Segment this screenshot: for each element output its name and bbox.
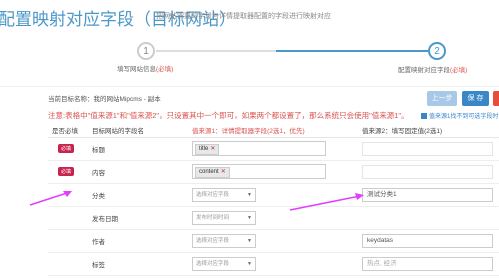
required-cell xyxy=(48,206,88,230)
table-row: 必填 内容 content ✕ xyxy=(48,160,499,184)
prev-step-button[interactable]: 上一步 xyxy=(427,91,457,106)
step-1-circle[interactable]: 1 xyxy=(137,42,155,60)
mapping-table: 是否必填 目标网站的字段名 值来源1：详情提取器字段(2选1，优先) 值来源2：… xyxy=(48,124,499,276)
fallback-checkbox[interactable]: 值来源1找不到可选字段时 xyxy=(421,111,498,120)
source-1-cell: 选择对应字段 ▼ xyxy=(188,183,358,207)
required-cell xyxy=(48,229,88,253)
field-select[interactable]: 选择对应字段 ▼ xyxy=(192,256,256,271)
source-1-cell: title ✕ xyxy=(188,137,358,161)
chevron-down-icon: ▼ xyxy=(247,260,252,267)
source-2-cell xyxy=(358,206,499,230)
page-header: 配置映射对应字段（目标网站） 把网站需要的字段与详情提取器配置的字段进行映射对应 xyxy=(0,0,499,30)
step-progress: 1 2 填写网站信息(必填) 配置映射对应字段(必填) xyxy=(0,30,499,82)
field-name: 分类 xyxy=(88,183,188,207)
extra-action-button[interactable] xyxy=(493,91,499,106)
header-source-1: 值来源1：详情提取器字段(2选1，优先) xyxy=(188,124,358,138)
field-name: 标签 xyxy=(88,252,188,276)
fixed-value-input[interactable]: keydatas xyxy=(362,233,493,248)
source-1-cell: 选择对应字段 ▼ xyxy=(188,229,358,253)
step-2-label: 配置映射对应字段(必填) xyxy=(398,67,468,74)
chevron-down-icon: ▼ xyxy=(247,191,252,198)
remove-tag-icon[interactable]: ✕ xyxy=(210,146,215,152)
field-select[interactable]: 选择对应字段 ▼ xyxy=(192,233,256,248)
source-2-cell xyxy=(358,137,499,161)
required-cell xyxy=(48,252,88,276)
notice-text: 注意:表格中"值来源1"和"值来源2"，只设置其中一个即可，如果两个都设置了，那… xyxy=(48,111,409,120)
chevron-down-icon: ▼ xyxy=(247,237,252,244)
fallback-checkbox-label: 值来源1找不到可选字段时 xyxy=(429,114,499,120)
table-row: 作者 选择对应字段 ▼ keydatas xyxy=(48,229,499,253)
source-2-cell xyxy=(358,160,499,184)
table-header-row: 是否必填 目标网站的字段名 值来源1：详情提取器字段(2选1，优先) 值来源2：… xyxy=(48,124,499,138)
table-row: 标签 选择对应字段 ▼ 热点, 经济 xyxy=(48,252,499,276)
required-cell: 必填 xyxy=(48,160,88,184)
table-row: 分类 选择对应字段 ▼ 测试分类1 xyxy=(48,183,499,207)
step-2-circle[interactable]: 2 xyxy=(428,42,446,60)
table-row: 必填 标题 title ✕ xyxy=(48,137,499,161)
field-name: 发布日期 xyxy=(88,206,188,230)
remove-tag-icon[interactable]: ✕ xyxy=(221,169,226,175)
header-source-2: 值来源2：填写固定值(2选1) xyxy=(358,124,499,138)
required-badge: 必填 xyxy=(58,167,75,176)
fixed-value-input[interactable]: 热点, 经济 xyxy=(362,256,493,271)
step-1-label: 填写网站信息(必填) xyxy=(117,66,174,73)
fixed-value-input[interactable]: 测试分类1 xyxy=(362,187,493,202)
source-1-cell: 选择对应字段 ▼ xyxy=(188,252,358,276)
source-2-cell: 测试分类1 xyxy=(358,183,499,207)
page-subtitle: 把网站需要的字段与详情提取器配置的字段进行映射对应 xyxy=(156,13,331,20)
tag-select-field[interactable]: title ✕ xyxy=(192,141,326,156)
save-button[interactable]: 保 存 xyxy=(462,91,489,106)
current-target-name: 当前目标名称：我的网站Mipcms - 副本 xyxy=(48,96,161,103)
field-select[interactable]: 选择对应字段 ▼ xyxy=(192,187,256,202)
step-line-active xyxy=(276,50,428,52)
required-cell xyxy=(48,183,88,207)
source-2-cell: keydatas xyxy=(358,229,499,253)
source-bar: 当前目标名称：我的网站Mipcms - 副本 上一步 保 存 xyxy=(0,86,499,110)
header-required: 是否必填 xyxy=(48,124,88,138)
header-field-name: 目标网站的字段名 xyxy=(88,124,188,138)
source-2-cell: 热点, 经济 xyxy=(358,252,499,276)
tag-select-field[interactable]: content ✕ xyxy=(192,164,326,179)
fixed-value-input[interactable] xyxy=(362,164,493,179)
selected-tag: title ✕ xyxy=(195,144,220,155)
required-cell: 必填 xyxy=(48,137,88,161)
step-line-done xyxy=(156,50,276,52)
field-name: 内容 xyxy=(88,160,188,184)
table-row: 发布日期 发布时间时间 ▼ xyxy=(48,206,499,230)
checkbox-icon[interactable] xyxy=(421,113,427,119)
source-1-cell: content ✕ xyxy=(188,160,358,184)
field-name: 作者 xyxy=(88,229,188,253)
source-1-cell: 发布时间时间 ▼ xyxy=(188,206,358,230)
required-badge: 必填 xyxy=(58,144,75,153)
field-name: 标题 xyxy=(88,137,188,161)
field-select[interactable]: 发布时间时间 ▼ xyxy=(192,210,256,225)
chevron-down-icon: ▼ xyxy=(247,214,252,221)
fixed-value-input[interactable] xyxy=(362,141,493,156)
selected-tag: content ✕ xyxy=(195,167,230,178)
